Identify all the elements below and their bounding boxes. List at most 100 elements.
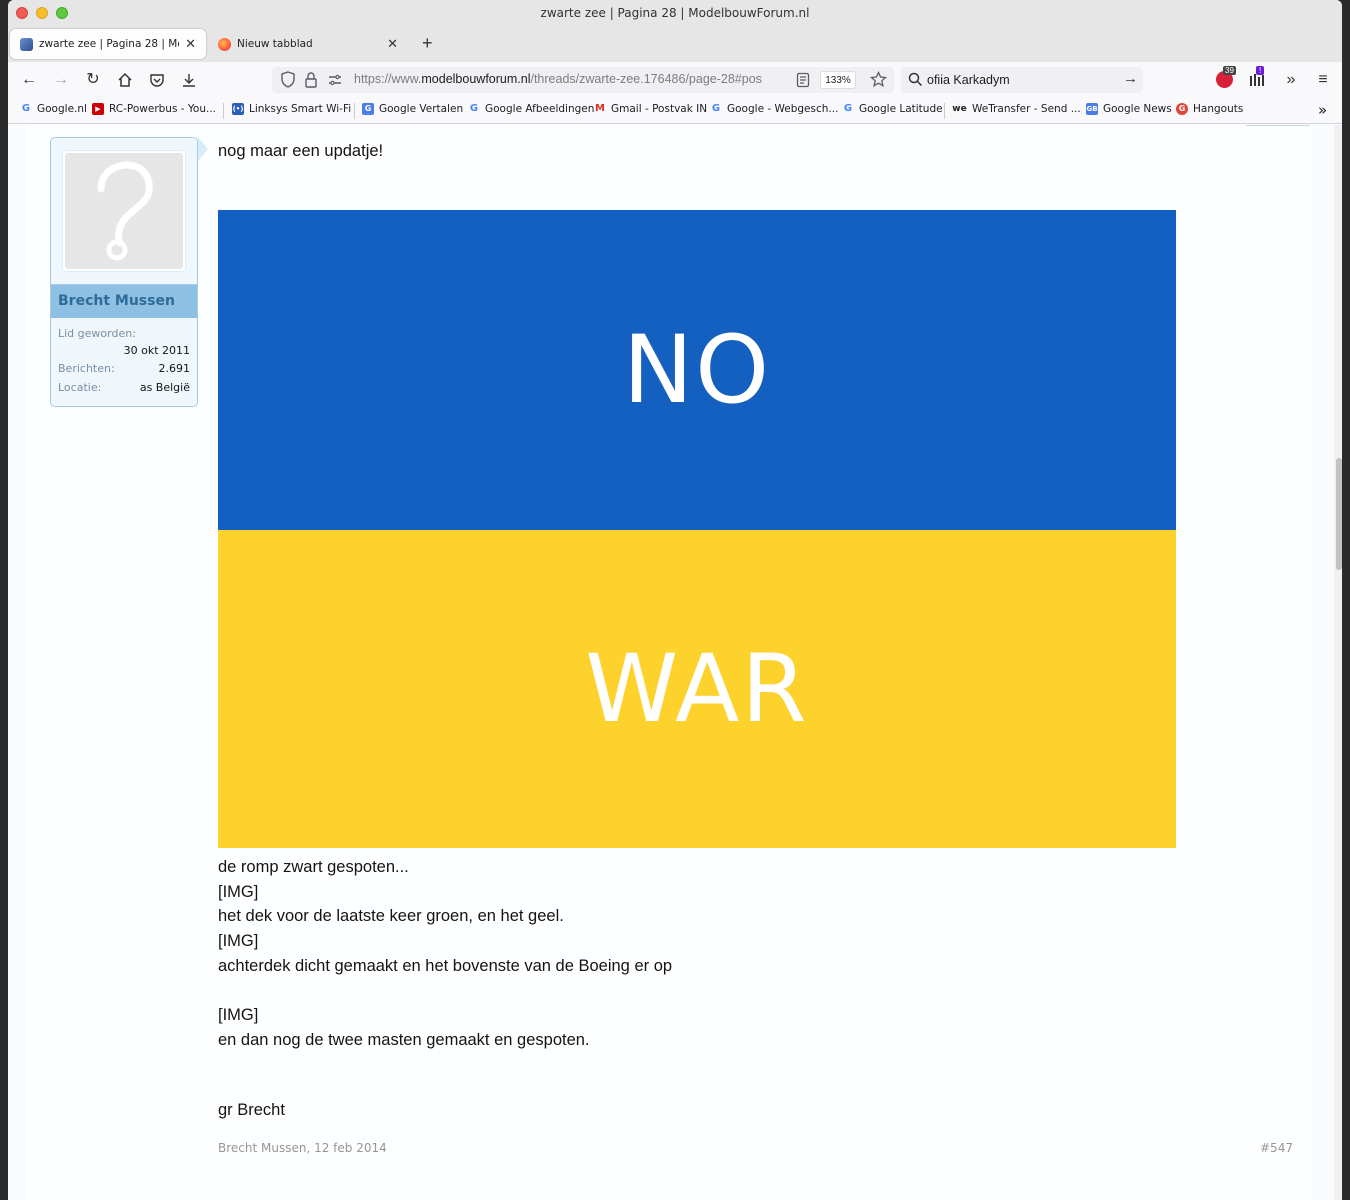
zoom-window-button[interactable] — [56, 7, 68, 19]
zoom-level-indicator[interactable]: 133% — [820, 71, 856, 89]
bookmark-item[interactable]: M Gmail - Postvak IN — [594, 103, 707, 115]
scrollbar[interactable] — [1334, 125, 1342, 1200]
location-row: Locatie: as België — [58, 381, 190, 394]
search-go-arrow-icon[interactable]: → — [1123, 70, 1138, 87]
browser-window: zwarte zee | Pagina 28 | ModelbouwForum.… — [8, 0, 1342, 1200]
bookmark-label: Google News — [1103, 103, 1172, 115]
post-number-link[interactable]: #547 — [1260, 1141, 1293, 1155]
message-pointer-arrow — [198, 137, 208, 161]
bookmark-label: Gmail - Postvak IN — [611, 103, 708, 115]
bookmark-label: Google.nl — [37, 103, 87, 115]
message-line: [IMG] — [218, 932, 259, 951]
no-war-image: NO WAR — [218, 210, 1176, 848]
permissions-icon[interactable] — [328, 73, 342, 92]
bookmark-item[interactable]: G Google - Webgesch... — [710, 103, 839, 115]
message-line: het dek voor de laatste keer groen, en h… — [218, 907, 564, 926]
url-domain: modelbouwforum.nl — [421, 72, 531, 86]
url-prefix: https://www. — [354, 72, 422, 86]
tab-label: zwarte zee | Pagina 28 | Modelbouw — [39, 38, 179, 50]
posts-value[interactable]: 2.691 — [159, 362, 191, 375]
post-meta[interactable]: Brecht Mussen, 12 feb 2014 — [218, 1141, 387, 1155]
bookmark-item[interactable]: (•) Linksys Smart Wi-Fi — [232, 103, 351, 115]
shield-icon[interactable] — [280, 71, 296, 93]
forum-favicon-icon — [20, 37, 33, 51]
lock-icon[interactable] — [304, 72, 318, 93]
new-tab-button[interactable]: + — [422, 33, 433, 54]
google-icon: G — [843, 103, 853, 114]
bookmark-item[interactable]: ▶ RC-Powerbus - You... — [92, 103, 216, 115]
url-text[interactable]: https://www.modelbouwforum.nl/threads/zw… — [354, 72, 784, 86]
joined-value: 30 okt 2011 — [123, 344, 190, 357]
flag-text-top: NO — [622, 315, 772, 425]
bookmark-separator — [223, 103, 224, 119]
flag-blue-half: NO — [218, 210, 1176, 530]
minimize-window-button[interactable] — [36, 7, 48, 19]
bookmark-label: Google Afbeeldingen — [485, 103, 595, 115]
message-line: [IMG] — [218, 1006, 259, 1025]
tab-bar: zwarte zee | Pagina 28 | Modelbouw ✕ Nie… — [8, 26, 1342, 62]
question-mark-icon — [97, 161, 153, 261]
bookmark-label: Google Vertalen — [379, 103, 464, 115]
avatar-placeholder — [65, 153, 183, 269]
youtube-icon: ▶ — [92, 103, 104, 115]
scrollbar-thumb[interactable] — [1336, 458, 1342, 570]
download-icon[interactable] — [178, 69, 200, 91]
close-tab-icon[interactable]: ✕ — [185, 37, 196, 52]
message-line: en dan nog de twee masten gemaakt en ges… — [218, 1030, 590, 1049]
window-controls — [16, 7, 68, 19]
bookmark-label: Hangouts — [1193, 103, 1244, 115]
bookmark-label: Google Latitude — [859, 103, 943, 115]
bookmark-label: WeTransfer - Send ... — [972, 103, 1081, 115]
hamburger-menu-icon[interactable]: ≡ — [1312, 69, 1334, 91]
message-intro: nog maar een updatje! — [218, 142, 384, 160]
overflow-chevron-icon[interactable]: » — [1280, 69, 1302, 91]
page-content: Brecht Mussen Lid geworden: 30 okt 2011 … — [26, 125, 1312, 1200]
joined-label: Lid geworden: — [58, 327, 136, 340]
divider — [1246, 125, 1310, 126]
username-link[interactable]: Brecht Mussen — [51, 284, 197, 318]
extension-badge-count: 39 — [1223, 66, 1236, 75]
bookmark-item[interactable]: G Google.nl — [20, 103, 87, 115]
bookmark-item[interactable]: we WeTransfer - Send ... — [952, 103, 1081, 115]
bookmark-item[interactable]: G Google Latitude — [842, 103, 943, 115]
user-stats: Lid geworden: 30 okt 2011 Berichten: 2.6… — [51, 320, 197, 400]
tab-new[interactable]: Nieuw tabblad ✕ — [208, 29, 408, 59]
location-value[interactable]: as België — [140, 381, 190, 394]
url-path: /threads/zwarte-zee.176486/page-28#pos — [530, 72, 762, 86]
extension-badge-icon[interactable]: 39 — [1216, 66, 1236, 89]
search-input[interactable]: ofiia Karkadym — [927, 73, 1010, 87]
forward-arrow-icon[interactable]: → — [50, 69, 72, 91]
gmail-icon: M — [595, 103, 605, 114]
news-icon: GB — [1086, 103, 1098, 115]
bookmark-item[interactable]: G Google Vertalen — [362, 103, 463, 115]
pocket-icon[interactable] — [146, 69, 168, 91]
search-bar[interactable]: ofiia Karkadym → — [901, 67, 1143, 93]
bookmark-item[interactable]: G Hangouts — [1176, 103, 1243, 115]
extension-bars-icon[interactable]: ! — [1249, 66, 1267, 89]
reader-view-icon[interactable] — [796, 72, 810, 93]
navigation-bar: ← → ↻ https://www.modelbouwforum.nl/thre… — [8, 62, 1342, 98]
hangouts-icon: G — [1176, 103, 1188, 115]
bookmark-label: Google - Webgesch... — [727, 103, 839, 115]
flag-yellow-half: WAR — [218, 530, 1176, 848]
bookmark-item[interactable]: GB Google News — [1086, 103, 1172, 115]
bookmark-label: RC-Powerbus - You... — [109, 103, 217, 115]
home-icon[interactable] — [114, 69, 136, 91]
message-signoff: gr Brecht — [218, 1101, 285, 1119]
avatar[interactable] — [62, 150, 186, 272]
user-info-panel: Brecht Mussen Lid geworden: 30 okt 2011 … — [50, 137, 198, 407]
reload-icon[interactable]: ↻ — [82, 69, 104, 91]
bookmark-separator — [944, 103, 945, 119]
message-body: de romp zwart gespoten... [IMG] het dek … — [218, 855, 1288, 1053]
bookmarks-overflow-chevron-icon[interactable]: » — [1318, 101, 1327, 119]
close-window-button[interactable] — [16, 7, 28, 19]
firefox-favicon-icon — [218, 37, 231, 51]
title-bar: zwarte zee | Pagina 28 | ModelbouwForum.… — [8, 0, 1342, 26]
bookmark-star-icon[interactable] — [869, 70, 888, 93]
message-line — [218, 979, 1288, 1004]
close-tab-icon[interactable]: ✕ — [387, 37, 398, 52]
tab-forum[interactable]: zwarte zee | Pagina 28 | Modelbouw ✕ — [10, 29, 206, 59]
bookmark-item[interactable]: G Google Afbeeldingen — [468, 103, 595, 115]
url-bar[interactable]: https://www.modelbouwforum.nl/threads/zw… — [272, 67, 894, 93]
back-arrow-icon[interactable]: ← — [18, 69, 40, 91]
